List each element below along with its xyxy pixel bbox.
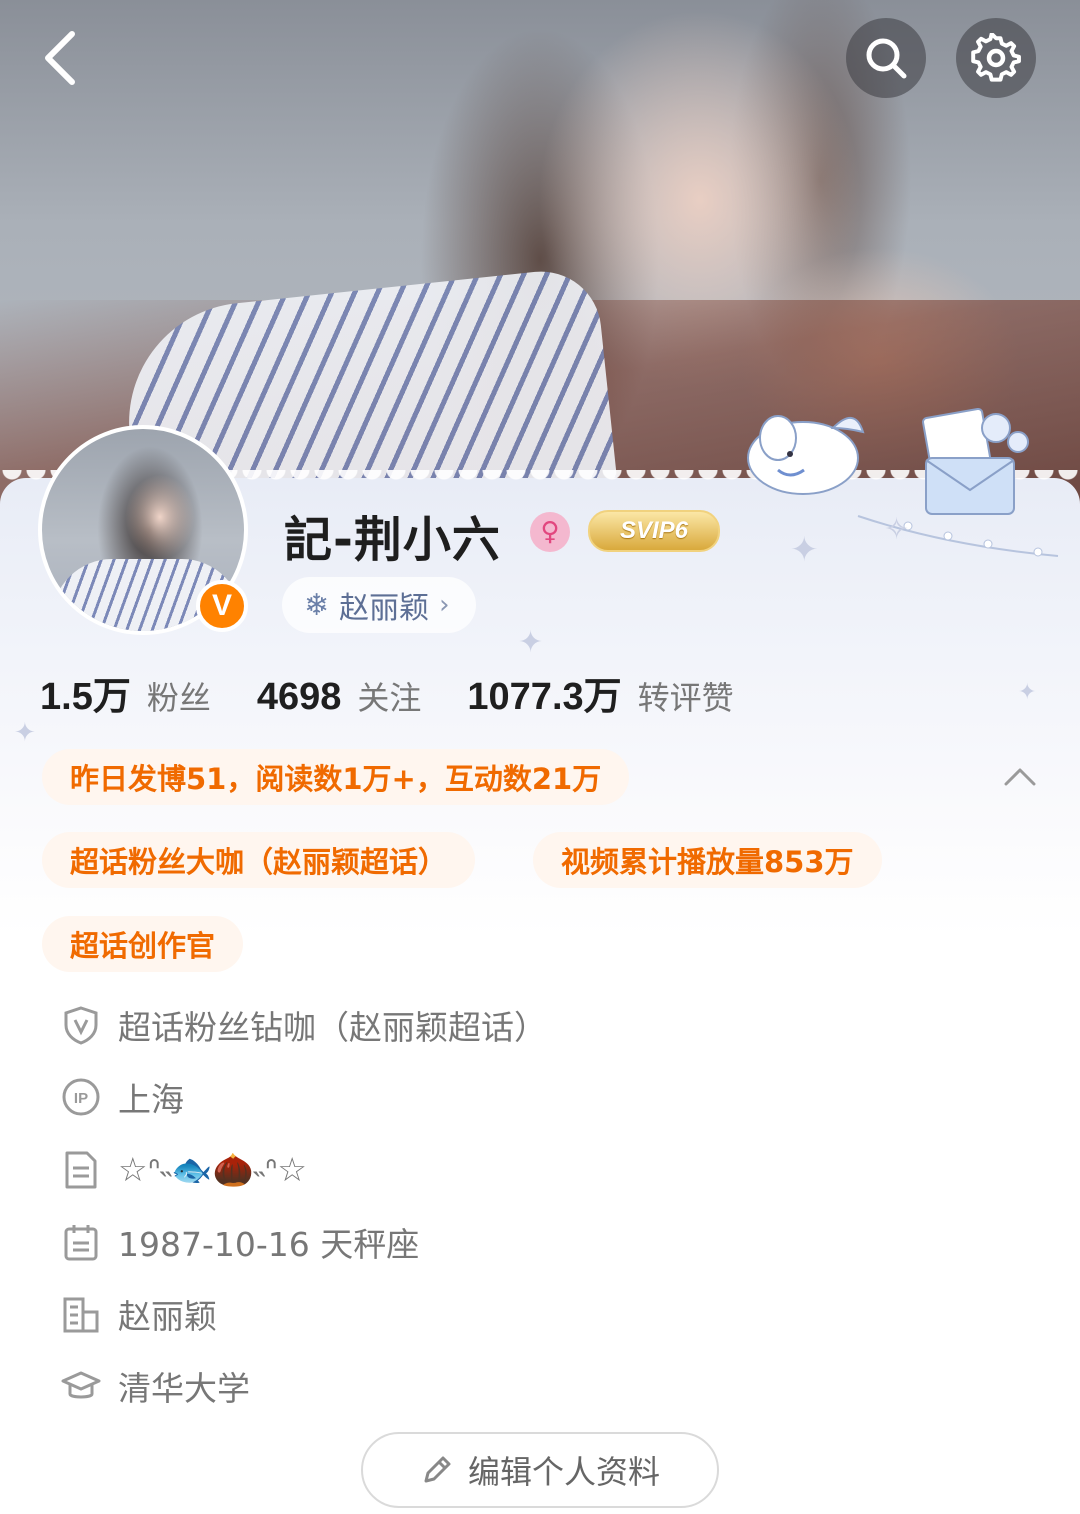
search-button[interactable] — [846, 18, 926, 98]
calendar-icon — [60, 1221, 102, 1263]
achievement-chip-video[interactable]: 视频累计播放量853万 — [533, 832, 882, 888]
female-gender-icon: ♀ — [530, 512, 570, 552]
stat-followers[interactable]: 1.5万 粉丝 — [40, 665, 211, 720]
shield-v-icon — [60, 1004, 102, 1046]
verified-badge[interactable]: V — [196, 580, 248, 632]
info-row-birthday: 1987-10-16 天秤座 — [60, 1214, 419, 1270]
stat-value: 1077.3万 — [467, 676, 622, 718]
sparkle-decoration: ✦ — [790, 530, 819, 570]
info-text: 上海 — [118, 1080, 184, 1119]
ip-icon: IP — [60, 1076, 102, 1118]
stat-value: 1.5万 — [40, 676, 131, 718]
info-row-ip: IP 上海 — [60, 1069, 184, 1125]
company-icon — [60, 1293, 102, 1335]
chevron-right-icon: › — [439, 590, 450, 620]
svip-badge[interactable]: SVIP6 — [588, 510, 720, 552]
achievement-chip-daily[interactable]: 昨日发博51，阅读数1万+，互动数21万 — [42, 749, 630, 805]
profile-name: 記-荆小六 — [284, 512, 501, 568]
sparkle-decoration: ✦ — [1018, 680, 1037, 705]
sparkle-decoration: ✧ — [884, 512, 910, 547]
chevron-left-icon — [45, 31, 75, 85]
svg-text:IP: IP — [74, 1090, 88, 1107]
achievement-chip-fan[interactable]: 超话粉丝大咖（赵丽颖超话） — [42, 832, 476, 888]
gear-icon — [971, 33, 1021, 82]
stat-label: 关注 — [357, 679, 422, 717]
info-text: 清华大学 — [118, 1369, 250, 1408]
pencil-icon — [424, 1456, 451, 1483]
super-topic-tag[interactable]: ❄ 赵丽颖 › — [282, 577, 476, 633]
info-row-fan-level[interactable]: 超话粉丝钻咖（赵丽颖超话） — [60, 997, 547, 1053]
settings-button[interactable] — [956, 18, 1036, 98]
stat-value: 4698 — [256, 676, 342, 718]
stats-bar: 1.5万 粉丝 4698 关注 1077.3万 转评赞 — [40, 665, 780, 720]
collapse-button[interactable] — [998, 756, 1042, 796]
edit-profile-button[interactable]: 编辑个人资料 — [361, 1432, 719, 1508]
info-row-company: 赵丽颖 — [60, 1286, 217, 1342]
chevron-up-icon — [1004, 768, 1036, 786]
edit-profile-label: 编辑个人资料 — [467, 1453, 660, 1491]
graduation-cap-icon — [60, 1365, 102, 1407]
super-topic-label: 赵丽颖 — [339, 591, 430, 626]
document-icon — [60, 1149, 102, 1191]
back-button[interactable] — [30, 24, 90, 92]
info-text: 1987-10-16 天秤座 — [118, 1225, 420, 1264]
stat-following[interactable]: 4698 关注 — [257, 673, 422, 719]
info-row-bio: ☆ᐢ˵🐟🌰˵ᐢ☆ — [60, 1142, 307, 1198]
search-icon — [866, 38, 907, 79]
stat-interactions[interactable]: 1077.3万 转评赞 — [467, 665, 733, 720]
stat-label: 转评赞 — [637, 679, 734, 717]
info-row-school: 清华大学 — [60, 1358, 250, 1414]
snowflake-icon: ❄ — [304, 587, 330, 623]
sparkle-decoration: ✦ — [14, 718, 36, 748]
stat-label: 粉丝 — [146, 679, 211, 717]
achievement-chip-creator[interactable]: 超话创作官 — [42, 916, 244, 972]
sparkle-decoration: ✦ — [518, 625, 544, 660]
info-text: 赵丽颖 — [118, 1297, 217, 1336]
info-text: 超话粉丝钻咖（赵丽颖超话） — [118, 1008, 547, 1047]
info-text: ☆ᐢ˵🐟🌰˵ᐢ☆ — [118, 1150, 308, 1189]
